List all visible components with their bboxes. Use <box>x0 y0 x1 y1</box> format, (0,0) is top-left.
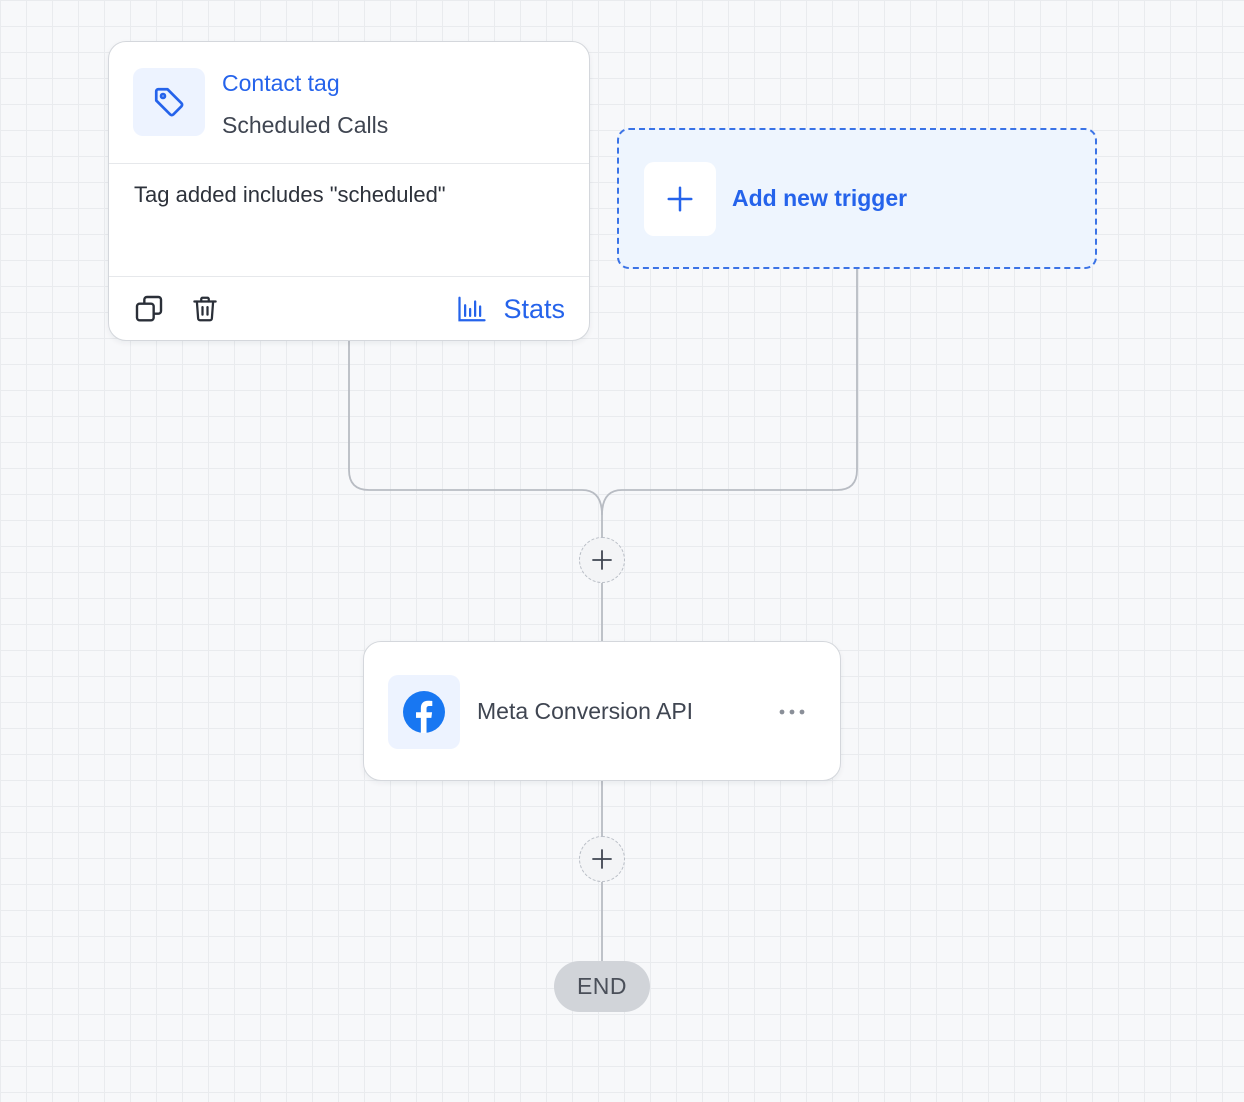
tag-icon <box>133 68 205 136</box>
copy-icon[interactable] <box>133 293 165 325</box>
trigger-footer: Stats <box>109 276 589 340</box>
plus-icon <box>644 162 716 236</box>
end-node: END <box>554 961 650 1012</box>
add-step-button[interactable] <box>579 836 625 882</box>
trigger-title: Contact tag <box>222 70 340 96</box>
plus-icon <box>592 550 612 570</box>
stats-label: Stats <box>503 293 565 324</box>
add-trigger-button[interactable]: Add new trigger <box>617 128 1097 269</box>
stats-button[interactable]: Stats <box>457 291 565 327</box>
action-label: Meta Conversion API <box>477 698 694 724</box>
trash-icon[interactable] <box>189 293 221 325</box>
facebook-icon <box>388 675 460 749</box>
trigger-subtitle: Scheduled Calls <box>222 112 389 138</box>
trigger-condition: Tag added includes "scheduled" <box>134 182 446 207</box>
bar-chart-icon <box>458 296 487 322</box>
add-trigger-label: Add new trigger <box>732 185 908 211</box>
add-step-button[interactable] <box>579 537 625 583</box>
trigger-header: Contact tag Scheduled Calls <box>109 42 589 164</box>
plus-icon <box>592 849 612 869</box>
more-options-icon[interactable] <box>774 698 810 726</box>
trigger-card[interactable]: Contact tag Scheduled Calls Tag added in… <box>108 41 590 341</box>
action-card-meta-conversion[interactable]: Meta Conversion API <box>363 641 841 781</box>
